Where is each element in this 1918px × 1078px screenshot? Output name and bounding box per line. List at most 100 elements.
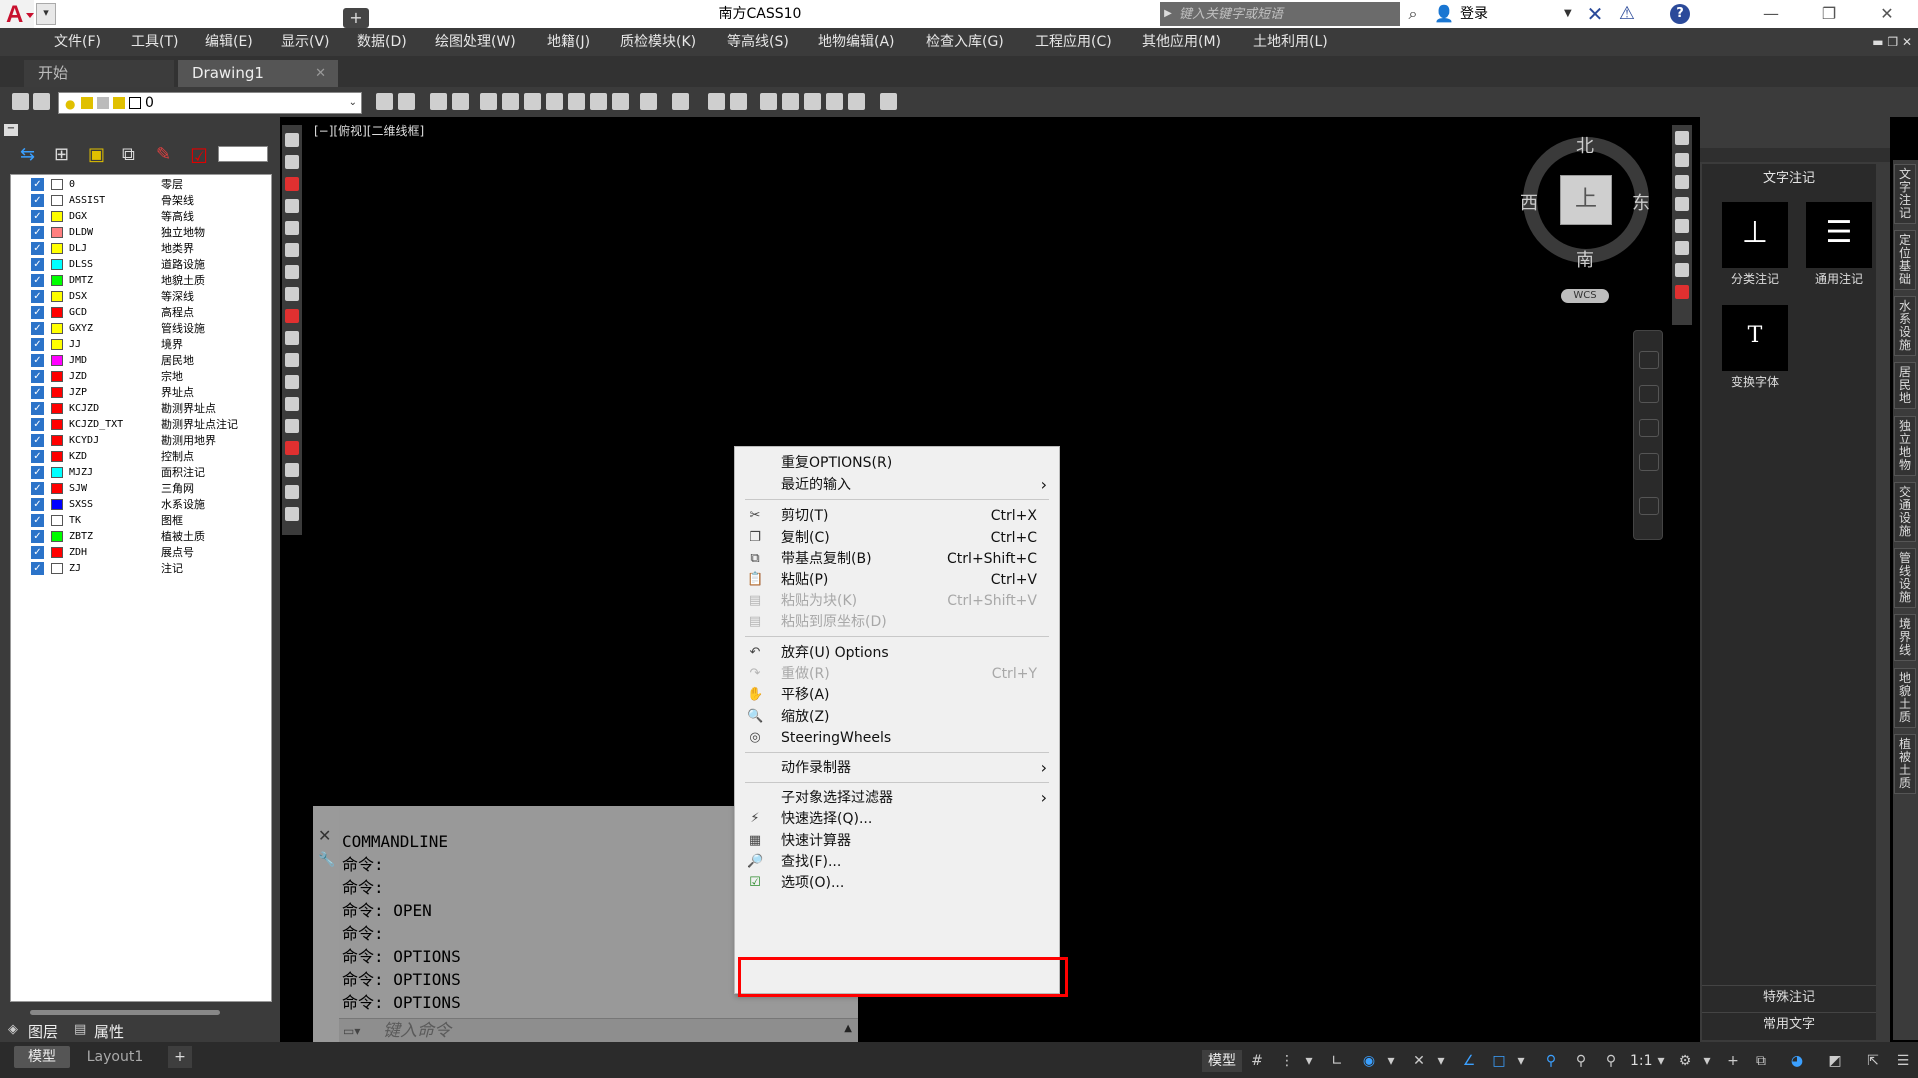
menu-engineering[interactable]: 工程应用(C) (1035, 28, 1112, 56)
menu-item-subobject-filter[interactable]: 子对象选择过滤器 › (735, 787, 1059, 809)
menu-check-import[interactable]: 检查入库(G) (926, 28, 1004, 56)
annotation-visibility-icon[interactable]: ⚲ (1542, 1052, 1560, 1070)
layer-visible-checkbox[interactable]: ✓ (31, 178, 44, 191)
chevron-down-icon[interactable]: ▾ (1432, 1052, 1450, 1070)
table-icon[interactable] (730, 93, 747, 110)
compass-east[interactable]: 东 (1632, 189, 1650, 215)
zoom-window-icon[interactable] (546, 93, 563, 110)
annotation-scale-value[interactable]: 1:1 (1630, 1052, 1653, 1070)
menu-qc[interactable]: 质检模块(K) (620, 28, 696, 56)
rtool-icon-2[interactable] (1675, 153, 1689, 167)
redo-icon[interactable] (672, 93, 689, 110)
isodraft-icon[interactable]: ✕ (1410, 1052, 1428, 1070)
rtool-icon-7[interactable] (1675, 263, 1689, 277)
tab-properties[interactable]: 属性 (94, 1021, 124, 1042)
layer-row[interactable]: ✓ ASSIST 骨架线 (11, 193, 271, 209)
chevron-down-icon[interactable]: ▾ (1382, 1052, 1400, 1070)
compass-west[interactable]: 西 (1520, 189, 1538, 215)
layer-visible-checkbox[interactable]: ✓ (31, 434, 44, 447)
layer-color-swatch[interactable] (51, 227, 63, 238)
layer-delete-icon[interactable]: ✎ (156, 144, 180, 166)
menu-item-quick-select[interactable]: ⚡ 快速选择(Q)... (735, 808, 1059, 830)
tab-model[interactable]: 模型 (14, 1046, 70, 1068)
menu-item-quickcalc[interactable]: ▦ 快速计算器 (735, 830, 1059, 852)
layer-row[interactable]: ✓ 0 零层 (11, 177, 271, 193)
layer-color-swatch[interactable] (51, 451, 63, 462)
layer-color-swatch[interactable] (51, 259, 63, 270)
command-prompt-icon[interactable]: ▭▾ (343, 1022, 369, 1040)
tool-icon-15[interactable] (285, 441, 299, 455)
layer-row[interactable]: ✓ DLJ 地类界 (11, 241, 271, 257)
quick-access-toolbar-dropdown[interactable]: ▾ (36, 3, 56, 25)
tool-icon-12[interactable] (285, 375, 299, 389)
binoculars-icon[interactable]: ⌕ (1402, 4, 1424, 24)
menu-item-paste[interactable]: 📋 粘贴(P) Ctrl+V (735, 569, 1059, 591)
general-annotation-button[interactable]: ☰ (1806, 202, 1872, 268)
layer-visible-checkbox[interactable]: ✓ (31, 450, 44, 463)
zoom-icon[interactable] (1639, 419, 1659, 437)
tool-icon-4[interactable] (285, 199, 299, 213)
menu-item-recent-input[interactable]: 最近的输入 › (735, 474, 1059, 496)
side-tab-pipeline[interactable]: 管线设施 (1894, 548, 1916, 608)
tool-icon-16[interactable] (285, 463, 299, 477)
polar-icon[interactable] (848, 93, 865, 110)
layer-manager-icon[interactable] (12, 93, 29, 110)
layer-color-swatch[interactable] (51, 403, 63, 414)
layer-visible-checkbox[interactable]: ✓ (31, 338, 44, 351)
add-layout-button[interactable]: + (168, 1046, 192, 1068)
tool-icon-9[interactable] (285, 309, 299, 323)
search-input[interactable] (1177, 3, 1399, 25)
close-button[interactable]: ✕ (1858, 0, 1916, 28)
tool-icon-13[interactable] (285, 397, 299, 411)
layer-row[interactable]: ✓ JZP 界址点 (11, 385, 271, 401)
render-icon[interactable] (612, 93, 629, 110)
pan-hand-icon[interactable] (1639, 385, 1659, 403)
layer-color-swatch[interactable] (51, 291, 63, 302)
layer-color-swatch[interactable] (51, 339, 63, 350)
grid-icon[interactable]: # (1248, 1052, 1266, 1070)
command-input[interactable] (383, 1021, 803, 1041)
layer-visible-checkbox[interactable]: ✓ (31, 290, 44, 303)
chevron-up-icon[interactable]: ▲ (844, 1023, 852, 1034)
layer-color-swatch[interactable] (51, 483, 63, 494)
layer-copy-icon[interactable]: ⧉ (122, 144, 146, 166)
layer-row[interactable]: ✓ JZD 宗地 (11, 369, 271, 385)
menu-item-cut[interactable]: ✂ 剪切(T) Ctrl+X (735, 505, 1059, 527)
layer-color-swatch[interactable] (51, 371, 63, 382)
wcs-menu[interactable]: WCS (1561, 289, 1609, 303)
tool-icon-8[interactable] (285, 287, 299, 301)
properties-icon[interactable] (708, 93, 725, 110)
side-tab-control[interactable]: 定位基础 (1894, 230, 1916, 290)
zoom-realtime-icon[interactable] (524, 93, 541, 110)
rtool-icon-6[interactable] (1675, 241, 1689, 255)
move-icon[interactable] (782, 93, 799, 110)
rtool-icon-4[interactable] (1675, 197, 1689, 211)
layer-new-icon[interactable]: ⇆ (20, 144, 44, 166)
layer-previous-icon[interactable] (398, 93, 415, 110)
viewport-controls[interactable]: [−][俯视][二维线框] (314, 122, 424, 139)
chevron-down-icon[interactable]: ▼ (1564, 0, 1572, 28)
tab-start[interactable]: 开始 (24, 60, 174, 87)
layer-row[interactable]: ✓ ZJ 注记 (11, 561, 271, 577)
layer-visible-checkbox[interactable]: ✓ (31, 274, 44, 287)
menu-item-steeringwheels[interactable]: ◎ SteeringWheels (735, 727, 1059, 749)
layer-color-swatch[interactable] (51, 355, 63, 366)
menu-data[interactable]: 数据(D) (357, 28, 407, 56)
compass-south[interactable]: 南 (1576, 246, 1594, 272)
help-query-icon[interactable] (880, 93, 897, 110)
layer-color-swatch[interactable] (51, 515, 63, 526)
orbit-icon[interactable] (1639, 453, 1659, 471)
layer-visible-checkbox[interactable]: ✓ (31, 354, 44, 367)
undo-icon[interactable] (640, 93, 657, 110)
layer-color-swatch[interactable] (51, 531, 63, 542)
side-tab-water[interactable]: 水系设施 (1894, 296, 1916, 356)
layer-row[interactable]: ✓ JMD 居民地 (11, 353, 271, 369)
layer-row[interactable]: ✓ TK 图框 (11, 513, 271, 529)
layer-visible-checkbox[interactable]: ✓ (31, 194, 44, 207)
tool-icon-14[interactable] (285, 419, 299, 433)
tab-layers[interactable]: 图层 (28, 1021, 58, 1042)
restore-button[interactable]: ❐ (1800, 0, 1858, 28)
zoom-extents-icon[interactable] (568, 93, 585, 110)
menu-item-copy-with-base[interactable]: ⧉ 带基点复制(B) Ctrl+Shift+C (735, 548, 1059, 570)
steering-wheel-icon[interactable] (1639, 351, 1659, 369)
